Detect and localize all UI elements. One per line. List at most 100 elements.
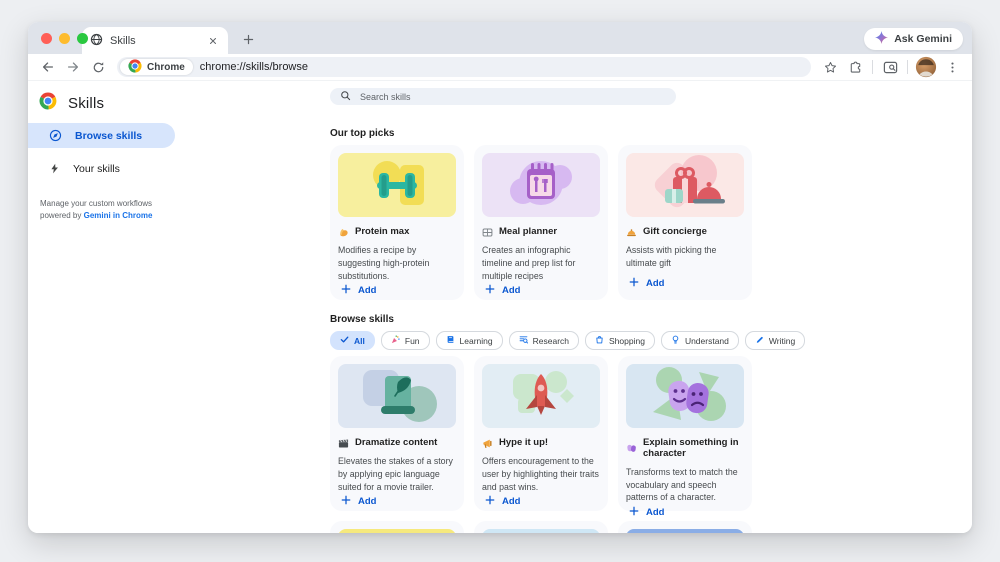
sidebar: Skills Browse skills Your skills Manage y… [28,81,328,533]
chrome-site-badge[interactable]: Chrome [120,58,193,75]
bell-icon [626,227,637,238]
new-tab-button[interactable] [236,27,260,51]
side-panel-button[interactable] [879,56,901,78]
tab-skills[interactable]: Skills [82,27,228,54]
skill-card-partial [474,521,608,533]
plus-icon [485,284,495,297]
sidebar-nav: Browse skills Your skills [28,123,328,181]
search-bar[interactable] [330,88,676,105]
docsearch-icon [519,335,528,346]
skill-card: Dramatize content Elevates the stakes of … [330,356,464,511]
forward-button[interactable] [62,56,84,78]
bookmark-star-button[interactable] [819,56,841,78]
bag-icon [595,335,604,346]
url-text: chrome://skills/browse [199,61,308,73]
toolbar-divider [872,60,873,74]
add-skill-button[interactable]: Add [338,282,379,299]
sidebar-item-your-skills[interactable]: Your skills [28,156,175,181]
card-description: Elevates the stakes of a story by applyi… [338,456,453,492]
search-icon [340,88,351,106]
clapper-icon [338,438,349,449]
filter-chip-label: Learning [459,335,493,346]
card-illustration [482,153,600,217]
card-description: Assists with picking the ultimate gift [626,245,717,268]
card-illustration [626,364,744,428]
card-description: Modifies a recipe by suggesting high-pro… [338,245,430,281]
globe-icon [90,33,103,49]
app-header: Skills [28,81,328,115]
gemini-sparkle-icon [875,31,889,47]
browser-toolbar: Chrome chrome://skills/browse [28,54,972,81]
skill-card: Meal planner Creates an infographic timel… [474,145,608,300]
partial-card-row [330,521,972,533]
menu-button[interactable] [941,56,963,78]
filter-chip-understand[interactable]: Understand [660,331,739,350]
top-picks-card-row: Protein max Modifies a recipe by suggesti… [330,145,972,300]
section-heading-browse-skills: Browse skills [330,314,394,325]
page-content: Skills Browse skills Your skills Manage y… [28,81,972,533]
section-heading-top-picks: Our top picks [330,128,395,139]
filter-chip-label: Shopping [609,335,645,346]
card-description: Creates an infographic timeline and prep… [482,245,576,281]
card-title: Hype it up! [499,437,549,449]
skill-card: Hype it up! Offers encouragement to the u… [474,356,608,511]
card-illustration [338,153,456,217]
add-skill-button[interactable]: Add [338,493,379,510]
card-illustration [338,364,456,428]
search-input[interactable] [358,90,666,103]
add-label: Add [502,496,521,508]
filter-chip-shopping[interactable]: Shopping [585,331,655,350]
add-skill-button[interactable]: Add [626,275,667,292]
filter-chip-learning[interactable]: Learning [435,331,503,350]
add-label: Add [646,507,665,519]
add-skill-button[interactable]: Add [482,493,523,510]
filter-chip-fun[interactable]: Fun [380,331,430,350]
zoom-window-button[interactable] [77,33,88,44]
filter-chip-label: All [354,335,365,346]
filter-chip-research[interactable]: Research [508,331,580,350]
add-skill-button[interactable]: Add [626,504,667,521]
add-skill-button[interactable]: Add [482,282,523,299]
back-button[interactable] [37,56,59,78]
party-icon [391,335,400,346]
plus-icon [629,277,639,290]
bulb-icon [671,335,680,346]
filter-chip-label: Writing [768,335,796,346]
gemini-in-chrome-link[interactable]: Gemini in Chrome [84,211,153,220]
sidebar-item-browse-skills[interactable]: Browse skills [28,123,175,148]
muscle-icon [338,227,349,238]
sidebar-item-label: Browse skills [75,129,143,142]
close-tab-icon[interactable] [206,34,220,48]
add-label: Add [358,496,377,508]
sidebar-footnote: Manage your custom workflows powered by … [40,198,160,223]
card-title: Meal planner [499,226,558,238]
plus-icon [341,495,351,508]
filter-chip-label: Research [532,335,570,346]
reload-button[interactable] [87,56,109,78]
add-label: Add [358,285,377,297]
skill-card: Explain something in character Transforms… [618,356,752,518]
tab-strip: Skills Ask Gemini [28,22,972,54]
book-icon [446,335,455,346]
card-title: Dramatize content [355,437,438,449]
filter-chip-label: Fun [404,335,420,346]
filter-chip-writing[interactable]: Writing [744,331,806,350]
window-controls [41,33,88,44]
filter-chip-all[interactable]: All [330,331,375,350]
avatar[interactable] [914,55,938,79]
add-label: Add [646,278,665,289]
close-window-button[interactable] [41,33,52,44]
ask-gemini-button[interactable]: Ask Gemini [864,28,963,50]
minimize-window-button[interactable] [59,33,70,44]
card-illustration [482,529,600,533]
filter-chip-label: Understand [684,335,729,346]
address-bar[interactable]: Chrome chrome://skills/browse [117,57,811,77]
toolbar-divider [907,60,908,74]
card-description: Offers encouragement to the user by high… [482,456,599,492]
extensions-button[interactable] [844,56,866,78]
filter-chip-row: All Fun Learning Research Shopping Understand… [330,331,972,350]
add-label: Add [502,285,521,297]
tab-title: Skills [110,34,136,47]
chrome-badge-label: Chrome [147,61,185,73]
card-title: Protein max [355,226,410,238]
